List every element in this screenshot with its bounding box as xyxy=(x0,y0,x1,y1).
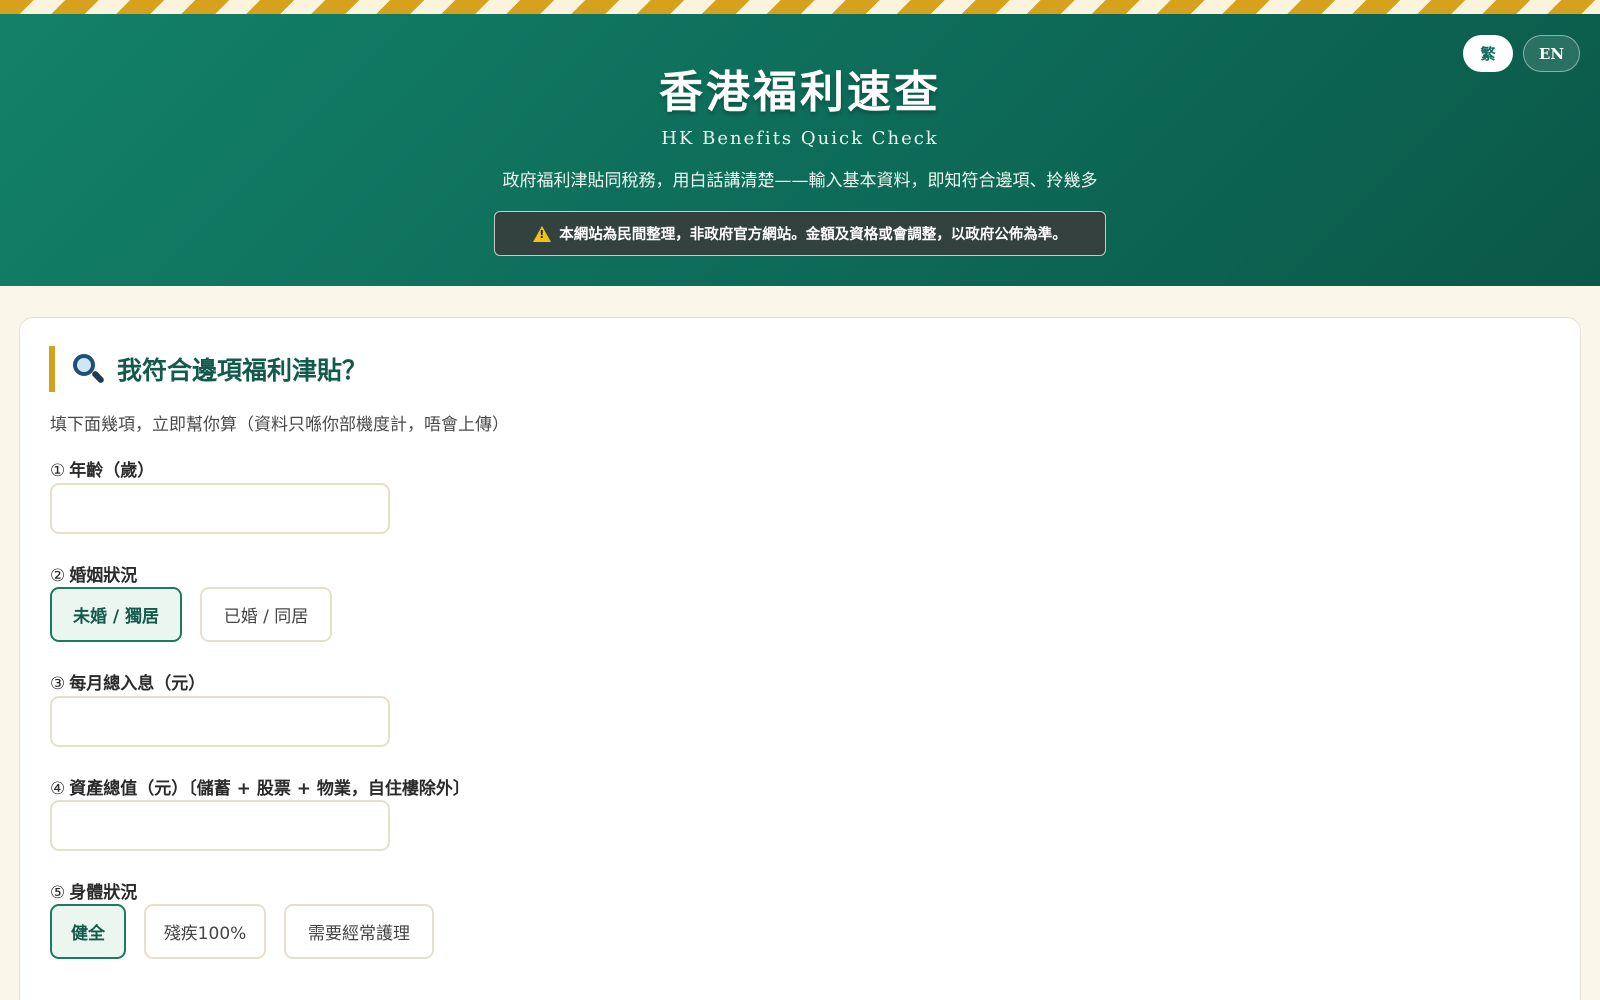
disclaimer-text: 本網站為民間整理，非政府官方網站。金額及資格或會調整，以政府公佈為準。 xyxy=(559,227,1067,243)
marital-option-single[interactable]: 未婚 / 獨居 xyxy=(50,587,182,642)
page-subtitle: HK Benefits Quick Check xyxy=(661,128,939,149)
monthly-income-input[interactable] xyxy=(50,696,390,747)
health-option-needs-care[interactable]: 需要經常護理 xyxy=(284,904,434,959)
warning-icon xyxy=(533,225,552,242)
form-intro: 填下面幾項，立即幫你算（資料只喺你部機度計，唔會上傳） xyxy=(50,415,509,435)
disclaimer-banner: 本網站為民間整理，非政府官方網站。金額及資格或會調整，以政府公佈為準。 xyxy=(494,211,1106,256)
section-title: 我符合邊項福利津貼？ xyxy=(117,356,368,385)
question-number: ③ xyxy=(50,674,66,694)
total-assets-label: ④ 資產總值（元）〔儲蓄 + 股票 + 物業，自住樓除外〕 xyxy=(50,774,470,799)
section-heading: 我符合邊項福利津貼？ xyxy=(71,351,367,387)
question-number: ④ xyxy=(50,779,66,799)
magnifying-glass-icon xyxy=(71,352,106,386)
monthly-income-label-text: 每月總入息（元） xyxy=(69,674,206,694)
tagline: 政府福利津貼同稅務，用白話講清楚——輸入基本資料，即知符合邊項、拎幾多 xyxy=(502,171,1098,191)
marital-status-label: ② 婚姻狀況 xyxy=(50,561,137,586)
question-number: ① xyxy=(50,461,66,481)
monthly-income-label: ③ 每月總入息（元） xyxy=(50,669,205,694)
health-status-label-text: 身體狀況 xyxy=(69,883,138,903)
question-number: ⑤ xyxy=(50,883,66,903)
page-title: 香港福利速查 xyxy=(659,67,941,118)
age-label: ① 年齡（歲） xyxy=(50,456,154,481)
question-number: ② xyxy=(50,566,66,586)
eligibility-form-card: 我符合邊項福利津貼？ 填下面幾項，立即幫你算（資料只喺你部機度計，唔會上傳） ①… xyxy=(19,317,1581,1000)
total-assets-label-text: 資產總值（元）〔儲蓄 + 股票 + 物業，自住樓除外〕 xyxy=(69,779,470,799)
total-assets-input[interactable] xyxy=(50,800,390,851)
marital-status-label-text: 婚姻狀況 xyxy=(69,566,138,586)
header-banner: 繁 EN 香港福利速查 HK Benefits Quick Check 政府福利… xyxy=(0,14,1600,286)
top-stripe xyxy=(0,0,1600,14)
section-accent-bar xyxy=(49,346,55,392)
age-label-text: 年齡（歲） xyxy=(69,461,155,481)
health-status-label: ⑤ 身體狀況 xyxy=(50,878,137,903)
health-option-healthy[interactable]: 健全 xyxy=(50,904,126,959)
marital-option-married[interactable]: 已婚 / 同居 xyxy=(200,587,332,642)
health-option-disabled[interactable]: 殘疾100% xyxy=(144,904,266,959)
age-input[interactable] xyxy=(50,483,390,534)
